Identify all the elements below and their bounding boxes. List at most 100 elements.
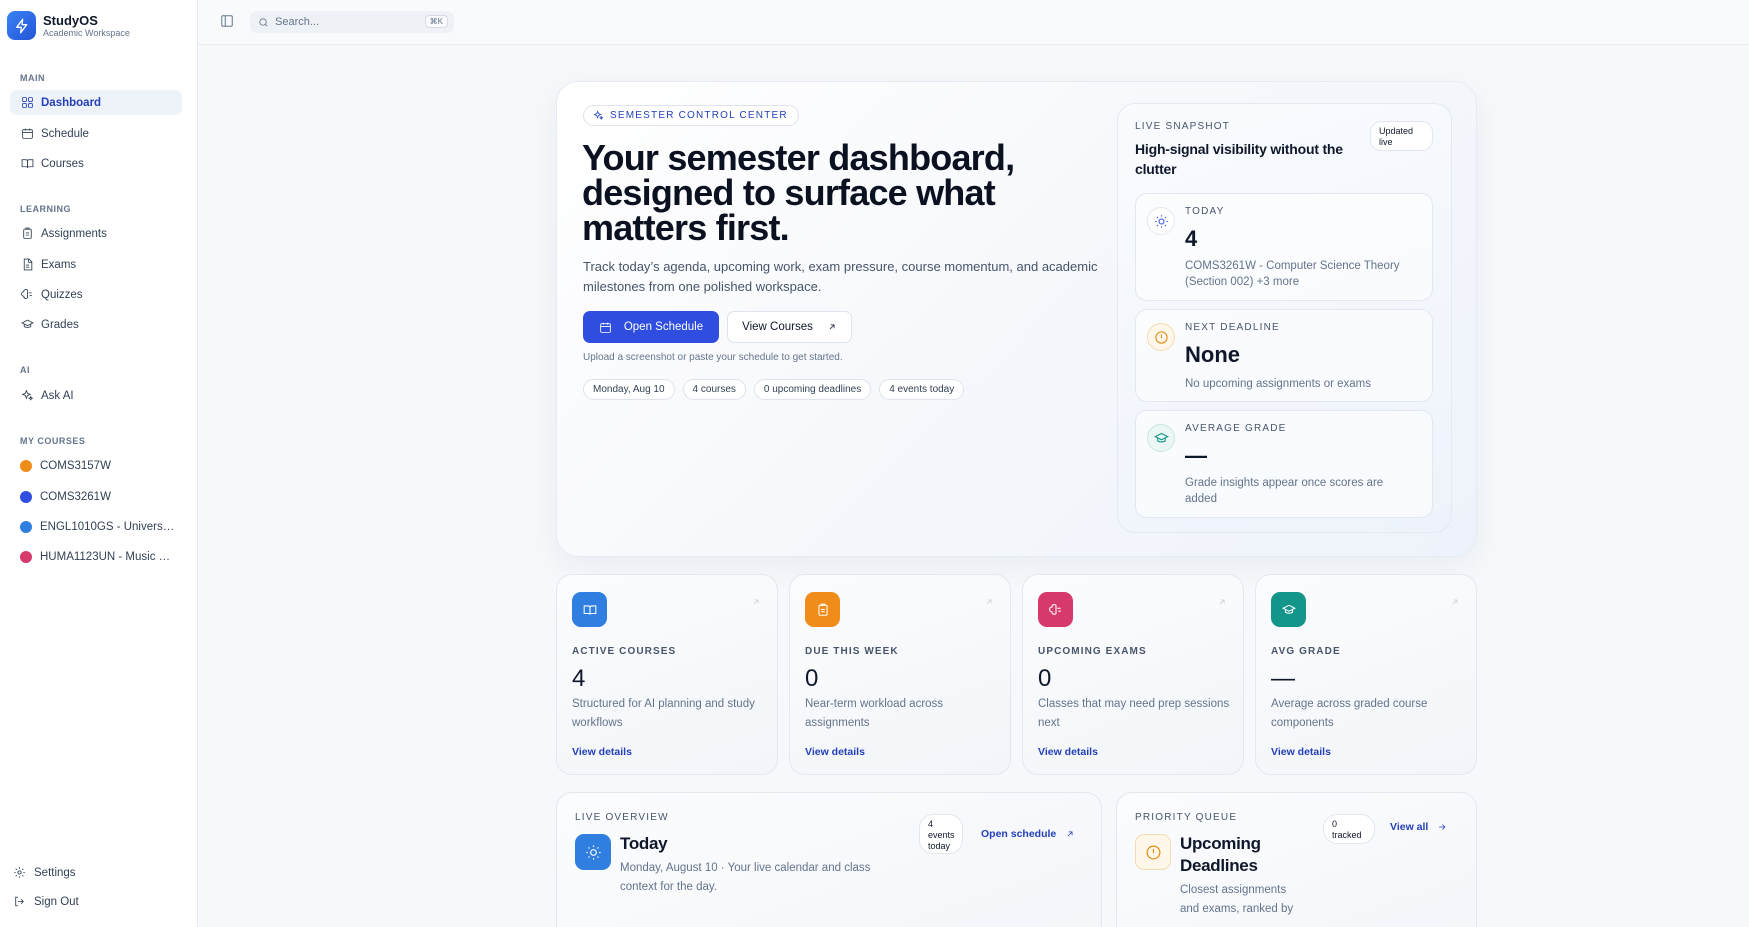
events-count-badge: 4 events today (919, 814, 963, 854)
book-icon (20, 157, 34, 171)
hero-tag-label: SEMESTER CONTROL CENTER (610, 110, 788, 121)
section-learning: LEARNING (20, 204, 71, 214)
brand-name: StudyOS (43, 12, 98, 28)
snapshot-card-today[interactable]: TODAY 4 COMS3261W - Computer Science The… (1135, 193, 1433, 301)
sidebar-item-label: ENGL1010GS - University Writing (40, 520, 176, 533)
sign-out-label: Sign Out (34, 895, 79, 908)
section-my-courses: MY COURSES (20, 436, 86, 446)
live-snapshot-panel: LIVE SNAPSHOT High-signal visibility wit… (1117, 103, 1452, 533)
snapshot-card-average-grade[interactable]: AVERAGE GRADE — Grade insights appear on… (1135, 410, 1433, 518)
stat-card-avg-grade[interactable]: AVG GRADE — Average across graded course… (1255, 574, 1477, 775)
view-details-link[interactable]: View details (572, 746, 632, 758)
settings-button[interactable]: Settings (13, 866, 76, 879)
sidebar-item-label: Quizzes (41, 288, 83, 301)
priority-label: PRIORITY QUEUE (1135, 812, 1238, 823)
open-schedule-link[interactable]: Open schedule (981, 828, 1075, 840)
sidebar-item-courses[interactable]: Courses (10, 151, 182, 176)
course-color-dot (20, 459, 32, 472)
overview-label: LIVE OVERVIEW (575, 812, 669, 823)
topbar: ⌘K (198, 0, 1749, 45)
graduation-cap-icon (20, 318, 34, 332)
sparkles-icon (593, 110, 604, 121)
file-icon (20, 258, 34, 272)
chip-deadlines: 0 upcoming deadlines (753, 379, 872, 400)
arrow-right-icon (1439, 824, 1446, 830)
section-ai: AI (20, 365, 30, 375)
stat-card-active-courses[interactable]: ACTIVE COURSES 4 Structured for AI plann… (556, 574, 778, 775)
priority-desc: Closest assignments and exams, ranked by (1180, 884, 1294, 915)
sidebar-item-grades[interactable]: Grades (10, 312, 182, 337)
stat-label: DUE THIS WEEK (805, 646, 899, 657)
sidebar-item-exams[interactable]: Exams (10, 252, 182, 277)
alert-circle-icon (1147, 323, 1175, 351)
arrow-up-right-icon (1450, 594, 1460, 605)
stat-value: 0 (1038, 665, 1052, 692)
search-bar[interactable]: ⌘K (250, 11, 454, 33)
calendar-icon (600, 322, 611, 333)
tracked-count-badge: 0 tracked (1323, 814, 1375, 844)
chip-events: 4 events today (879, 379, 965, 400)
view-all-link[interactable]: View all (1390, 821, 1447, 833)
stat-value: 4 (572, 665, 586, 692)
arrow-up-right-icon (829, 324, 835, 330)
priority-queue-panel: PRIORITY QUEUE Upcoming Deadlines Closes… (1116, 792, 1477, 927)
hero-title: Your semester dashboard, designed to sur… (582, 137, 1015, 248)
clipboard-icon (20, 227, 34, 241)
alert-circle-icon (1135, 834, 1171, 870)
brain-icon (20, 288, 34, 302)
sidebar-item-quizzes[interactable]: Quizzes (10, 282, 182, 307)
view-courses-button[interactable]: View Courses (727, 311, 852, 343)
hero-tag: SEMESTER CONTROL CENTER (583, 105, 799, 126)
sidebar-item-label: Schedule (41, 127, 89, 140)
hero-hint: Upload a screenshot or paste your schedu… (583, 352, 843, 363)
course-color-dot (20, 550, 32, 563)
sidebar-item-label: Grades (41, 318, 79, 331)
live-overview-panel: LIVE OVERVIEW Today Monday, August 10 · … (556, 792, 1102, 927)
sidebar-course-engl1010gs[interactable]: ENGL1010GS - University Writing (10, 514, 182, 539)
stat-card-upcoming-exams[interactable]: UPCOMING EXAMS 0 Classes that may need p… (1022, 574, 1244, 775)
stat-value: — (1271, 665, 1295, 692)
search-input[interactable] (275, 16, 425, 28)
book-icon (572, 592, 607, 627)
view-details-link[interactable]: View details (1271, 746, 1331, 758)
stat-desc: Near-term workload across assignments (805, 698, 944, 729)
view-courses-label: View Courses (742, 321, 813, 333)
grid-icon (20, 96, 34, 110)
stat-label: UPCOMING EXAMS (1038, 646, 1147, 657)
gear-icon (14, 867, 25, 878)
open-schedule-link-label: Open schedule (981, 828, 1057, 840)
sidebar-item-label: Assignments (41, 227, 107, 240)
hero-description: Track today’s agenda, upcoming work, exa… (583, 259, 1098, 294)
overview-title: Today (620, 834, 668, 853)
sidebar-item-schedule[interactable]: Schedule (10, 121, 182, 146)
clipboard-icon (805, 592, 840, 627)
log-out-icon (15, 896, 24, 907)
view-details-link[interactable]: View details (805, 746, 865, 758)
course-color-dot (20, 520, 32, 533)
snapshot-title: High-signal visibility without the clutt… (1135, 141, 1343, 177)
sidebar-item-dashboard[interactable]: Dashboard (10, 90, 182, 115)
arrow-up-right-icon (984, 594, 994, 605)
next-deadline-label: NEXT DEADLINE (1185, 322, 1280, 333)
sun-icon (575, 834, 611, 870)
lightning-bolt-icon (7, 11, 36, 40)
sidebar-course-huma1123un[interactable]: HUMA1123UN - Music Humanities (10, 544, 182, 569)
stat-card-due-this-week[interactable]: DUE THIS WEEK 0 Near-term workload acros… (789, 574, 1011, 775)
snapshot-card-next-deadline[interactable]: NEXT DEADLINE None No upcoming assignmen… (1135, 309, 1433, 402)
section-main: MAIN (20, 73, 45, 83)
next-deadline-value: None (1185, 342, 1240, 367)
open-schedule-button[interactable]: Open Schedule (583, 311, 719, 343)
next-deadline-desc: No upcoming assignments or exams (1185, 378, 1371, 390)
view-details-link[interactable]: View details (1038, 746, 1098, 758)
sidebar-item-assignments[interactable]: Assignments (10, 221, 182, 246)
brand[interactable]: StudyOS Academic Workspace (7, 11, 130, 40)
sun-icon (1147, 207, 1175, 235)
priority-title: Upcoming Deadlines (1180, 834, 1261, 875)
search-shortcut: ⌘K (424, 15, 448, 28)
sidebar-course-coms3157w[interactable]: COMS3157W (10, 453, 182, 478)
sidebar-toggle-button[interactable] (220, 14, 235, 29)
view-all-link-label: View all (1390, 821, 1429, 833)
sidebar-course-coms3261w[interactable]: COMS3261W (10, 484, 182, 509)
sign-out-button[interactable]: Sign Out (13, 895, 79, 908)
sidebar-item-ask-ai[interactable]: Ask AI (10, 383, 182, 408)
